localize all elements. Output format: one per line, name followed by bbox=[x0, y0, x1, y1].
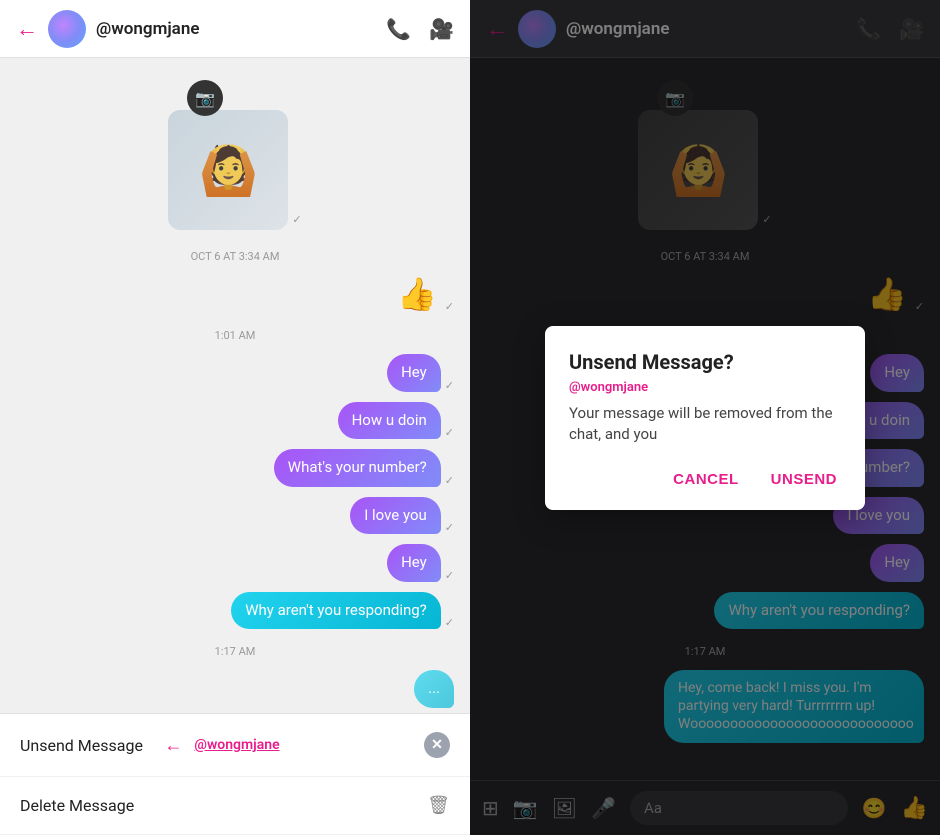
check7-left: ✓ bbox=[445, 569, 454, 582]
check6-left: ✓ bbox=[445, 521, 454, 534]
close-icon-circle[interactable]: ✕ bbox=[424, 732, 450, 758]
trash-icon: 🗑 bbox=[427, 795, 450, 816]
right-panel: ← @wongmjane 📞 🎥 📷 🙆 ✓ OCT 6 AT 3:34 AM … bbox=[470, 0, 940, 835]
check3-left: ✓ bbox=[445, 379, 454, 392]
sticker-area-left: 📷 🙆 ✓ bbox=[16, 70, 454, 236]
dialog-body: Your message will be removed from the ch… bbox=[569, 403, 841, 445]
unsend-username: @wongmjane bbox=[194, 737, 279, 753]
check-left: ✓ bbox=[292, 213, 301, 226]
delete-message-item[interactable]: Delete Message 🗑 bbox=[0, 777, 470, 835]
arrow-icon: ← bbox=[164, 735, 182, 756]
unsend-message-item[interactable]: Unsend Message ← @wongmjane ✕ bbox=[0, 714, 470, 777]
thumb-up-left: 👍 bbox=[397, 275, 437, 313]
avatar-left bbox=[48, 10, 86, 48]
camera-icon-left: 📷 bbox=[187, 80, 223, 116]
check5-left: ✓ bbox=[445, 474, 454, 487]
msg-partial-left: ... bbox=[16, 670, 454, 708]
timestamp2-left: 1:01 AM bbox=[16, 329, 454, 342]
timestamp3-left: 1:17 AM bbox=[16, 645, 454, 658]
username-left: @wongmjane bbox=[96, 19, 376, 39]
top-icons-left: 📞 🎥 bbox=[386, 17, 454, 41]
bubble-hey-left: Hey bbox=[387, 354, 441, 392]
check2-left: ✓ bbox=[445, 300, 454, 313]
chat-area-left: 📷 🙆 ✓ OCT 6 AT 3:34 AM 👍 ✓ 1:01 AM Hey ✓… bbox=[0, 58, 470, 713]
bubble-hey2-left: Hey bbox=[387, 544, 441, 582]
left-panel: ← @wongmjane 📞 🎥 📷 🙆 ✓ OCT 6 AT 3:34 AM … bbox=[0, 0, 470, 835]
msg-hey-left: Hey ✓ bbox=[16, 354, 454, 392]
bubble-doin-left: How u doin bbox=[338, 402, 441, 440]
call-icon-left[interactable]: 📞 bbox=[386, 17, 411, 41]
timestamp1-left: OCT 6 AT 3:34 AM bbox=[16, 250, 454, 263]
thumb-row-left: 👍 ✓ bbox=[16, 275, 454, 313]
unsend-dialog: Unsend Message? @wongmjane Your message … bbox=[545, 326, 865, 510]
unsend-button[interactable]: UNSEND bbox=[767, 465, 841, 494]
check4-left: ✓ bbox=[445, 426, 454, 439]
video-icon-left[interactable]: 🎥 bbox=[429, 17, 454, 41]
dialog-title: Unsend Message? bbox=[569, 350, 841, 374]
top-bar-left: ← @wongmjane 📞 🎥 bbox=[0, 0, 470, 58]
dialog-overlay: Unsend Message? @wongmjane Your message … bbox=[470, 0, 940, 835]
unsend-message-label: Unsend Message bbox=[20, 736, 164, 755]
check8-left: ✓ bbox=[445, 616, 454, 629]
msg-doin-left: How u doin ✓ bbox=[16, 402, 454, 440]
bubble-why-left: Why aren't you responding? bbox=[231, 592, 441, 630]
dialog-actions: CANCEL UNSEND bbox=[569, 465, 841, 494]
cancel-button[interactable]: CANCEL bbox=[669, 465, 743, 494]
msg-why-left: Why aren't you responding? ✓ bbox=[16, 592, 454, 630]
bubble-love-left: I love you bbox=[350, 497, 441, 535]
back-button-left[interactable]: ← bbox=[16, 16, 38, 42]
dialog-username: @wongmjane bbox=[569, 380, 841, 395]
msg-hey2-left: Hey ✓ bbox=[16, 544, 454, 582]
bubble-number-left: What's your number? bbox=[274, 449, 441, 487]
delete-message-label: Delete Message bbox=[20, 796, 427, 815]
msg-love-left: I love you ✓ bbox=[16, 497, 454, 535]
msg-number-left: What's your number? ✓ bbox=[16, 449, 454, 487]
bubble-partial-left: ... bbox=[414, 670, 454, 708]
bottom-sheet: Unsend Message ← @wongmjane ✕ Delete Mes… bbox=[0, 713, 470, 835]
